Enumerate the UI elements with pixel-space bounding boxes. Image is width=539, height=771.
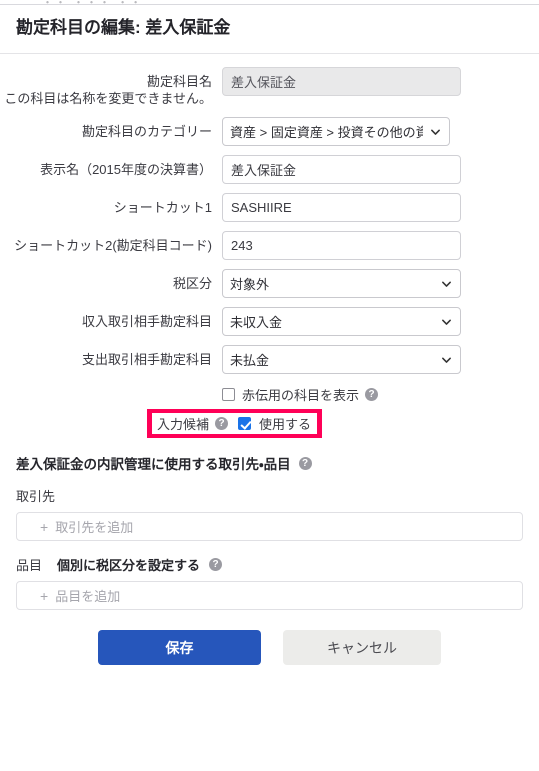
add-item-label: 品目を追加 (55, 589, 121, 605)
label-display-name: 表示名（2015年度の決算書） (40, 162, 212, 178)
help-icon[interactable]: ? (298, 456, 312, 470)
account-name-input (222, 67, 461, 97)
field-row-income-counter-account: 収入取引相手勘定科目 未収入金 (0, 307, 539, 337)
control-shortcut2 (222, 231, 539, 261)
field-row-shortcut1: ショートカット1 (0, 193, 539, 223)
label-account-name: 勘定科目名 この科目は名称を変更できません。 (0, 67, 222, 108)
partner-label-text: 取引先 (16, 489, 56, 505)
red-slip-checkbox-label: 赤伝用の科目を表示 (242, 388, 360, 404)
tax-class-select-value: 対象外 (230, 277, 270, 293)
item-tax-setting-link[interactable]: 個別に税区分を設定する (57, 555, 200, 574)
truncated-top-bar: ・・ ・・・ ・・ (0, 0, 539, 5)
chevron-down-icon (442, 357, 451, 363)
field-row-display-name: 表示名（2015年度の決算書） (0, 155, 539, 185)
suggestion-checkbox[interactable] (238, 417, 252, 430)
help-icon[interactable]: ? (215, 417, 229, 430)
breakdown-heading-text: 差入保証金の内訳管理に使用する取引先・品目 (16, 457, 291, 473)
field-row-category: 勘定科目のカテゴリー 資産 > 固定資産 > 投資その他の資 (0, 117, 539, 147)
label-shortcut1: ショートカット1 (113, 200, 212, 216)
cancel-button[interactable]: キャンセル (283, 630, 441, 666)
expense-counter-account-select[interactable]: 未払金 (222, 345, 461, 375)
add-partner-button[interactable]: + 取引先を追加 (16, 512, 523, 542)
suggestion-highlight-box: 入力候補 ? 使用する (147, 409, 323, 438)
add-item-button[interactable]: + 品目を追加 (16, 581, 523, 611)
partner-label: 取引先 (16, 486, 523, 505)
income-counter-account-value: 未収入金 (230, 315, 283, 331)
item-label-row: 品目 個別に税区分を設定する ? (16, 555, 523, 574)
shortcut1-input[interactable] (222, 193, 461, 223)
red-slip-checkbox[interactable] (222, 388, 235, 402)
label-shortcut2: ショートカット2(勘定科目コード) (14, 238, 212, 254)
field-row-shortcut2: ショートカット2(勘定科目コード) (0, 231, 539, 261)
chevron-down-icon (431, 129, 440, 135)
control-account-name (222, 67, 539, 97)
category-select-value: 資産 > 固定資産 > 投資その他の資 (230, 125, 423, 141)
page-title: 勘定科目の編集: 差入保証金 (16, 18, 231, 37)
save-button[interactable]: 保存 (98, 630, 261, 666)
suggestion-label: 入力候補 (157, 417, 210, 432)
field-row-expense-counter-account: 支出取引相手勘定科目 未払金 (0, 345, 539, 375)
field-row-account-name: 勘定科目名 この科目は名称を変更できません。 (0, 67, 539, 108)
item-label-text: 品目 (16, 558, 43, 574)
label-category: 勘定科目のカテゴリー (81, 124, 212, 140)
breakdown-heading: 差入保証金の内訳管理に使用する取引先・品目 ? (16, 453, 523, 473)
plus-icon: + (40, 587, 49, 604)
red-slip-checkbox-row: 赤伝用の科目を表示 ? (0, 385, 539, 404)
label-account-name-note: この科目は名称を変更できません。 (4, 91, 212, 107)
expense-counter-account-value: 未払金 (230, 353, 270, 369)
add-partner-label: 取引先を追加 (55, 520, 134, 536)
suggestion-checkbox-label: 使用する (259, 417, 312, 432)
label-account-name-text: 勘定科目名 (146, 74, 212, 90)
breakdown-section: 差入保証金の内訳管理に使用する取引先・品目 ? 取引先 + 取引先を追加 品目 … (0, 453, 539, 666)
control-tax-class: 対象外 (222, 269, 539, 299)
shortcut2-input[interactable] (222, 231, 461, 261)
label-tax-class: 税区分 (172, 276, 212, 292)
control-income-counter-account: 未収入金 (222, 307, 539, 337)
category-select[interactable]: 資産 > 固定資産 > 投資その他の資 (222, 117, 450, 147)
tax-class-select[interactable]: 対象外 (222, 269, 461, 299)
label-income-counter-account: 収入取引相手勘定科目 (81, 314, 212, 330)
top-divider (0, 4, 539, 5)
plus-icon: + (40, 518, 49, 535)
help-icon[interactable]: ? (365, 388, 379, 402)
control-category: 資産 > 固定資産 > 投資その他の資 (222, 117, 539, 147)
form-actions: 保存 キャンセル (16, 630, 523, 666)
help-icon[interactable]: ? (209, 558, 223, 572)
page-header: 勘定科目の編集: 差入保証金 (0, 5, 539, 55)
chevron-down-icon (442, 319, 451, 325)
account-edit-form: 勘定科目名 この科目は名称を変更できません。 勘定科目のカテゴリー 資産 > 固… (0, 54, 539, 404)
suggestion-row: 入力候補 ? 使用する (152, 413, 318, 434)
chevron-down-icon (442, 281, 451, 287)
control-shortcut1 (222, 193, 539, 223)
label-expense-counter-account: 支出取引相手勘定科目 (81, 352, 212, 368)
field-row-tax-class: 税区分 対象外 (0, 269, 539, 299)
control-display-name (222, 155, 539, 185)
display-name-input[interactable] (222, 155, 461, 185)
control-expense-counter-account: 未払金 (222, 345, 539, 375)
income-counter-account-select[interactable]: 未収入金 (222, 307, 461, 337)
